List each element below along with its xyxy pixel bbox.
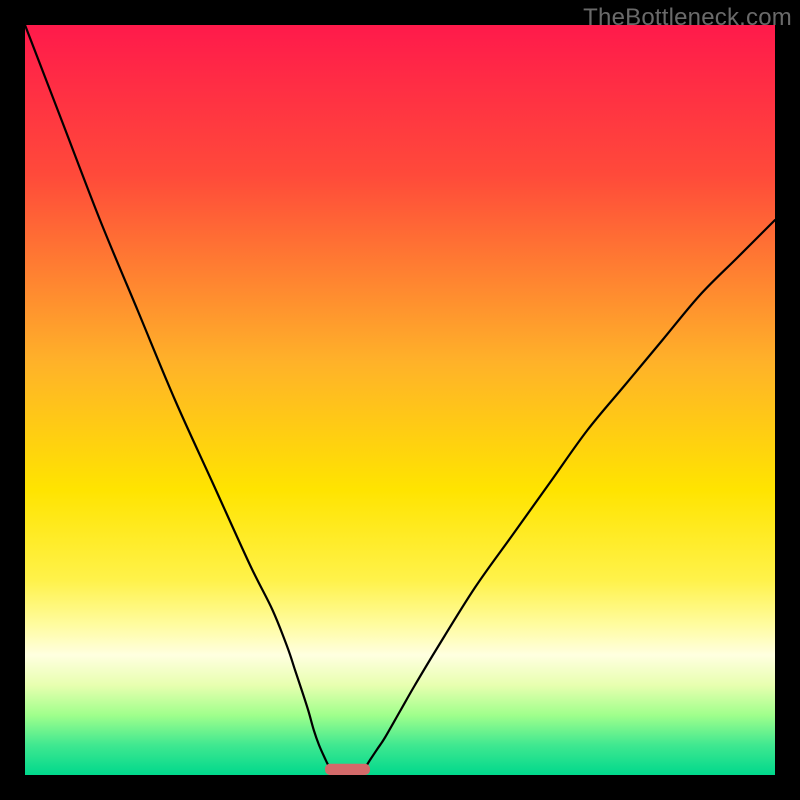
- watermark: TheBottleneck.com: [583, 4, 792, 32]
- chart-background: [25, 25, 775, 775]
- optimal-marker: [325, 764, 370, 775]
- chart-frame: TheBottleneck.com: [0, 0, 800, 800]
- bottleneck-chart: [25, 25, 775, 775]
